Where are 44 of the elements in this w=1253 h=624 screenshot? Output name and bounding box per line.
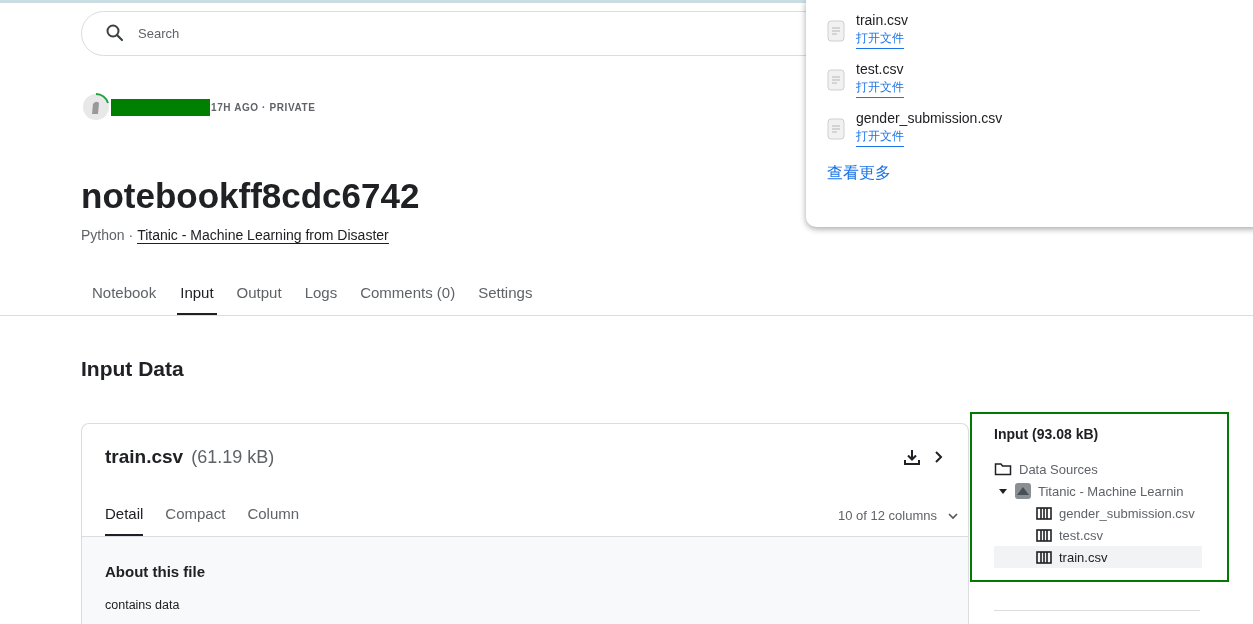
tree-item[interactable]: Titanic - Machine Learnin [994, 480, 1202, 502]
file-size: (61.19 kB) [191, 446, 275, 468]
notebook-title: notebookff8cdc6742 [81, 175, 420, 217]
language-label: Python · [81, 227, 134, 244]
search-icon [105, 23, 125, 43]
see-more-link[interactable]: 查看更多 [827, 163, 891, 184]
file-name: gender_submission.csv [856, 110, 1003, 126]
panel-title: Input (93.08 kB) [994, 426, 1100, 442]
tree-item[interactable]: test.csv [994, 524, 1202, 546]
download-icon [903, 448, 921, 466]
document-icon [827, 68, 845, 91]
open-file-link[interactable]: 打开文件 [856, 79, 904, 98]
tree-item[interactable]: train.csv [994, 546, 1202, 568]
tab[interactable]: Output [225, 274, 293, 315]
tab[interactable]: Settings [467, 274, 544, 315]
author-meta: 17H AGO · PRIVATE [211, 101, 316, 113]
document-icon [827, 117, 845, 140]
tab[interactable]: Logs [293, 274, 349, 315]
file-name: train.csv [105, 446, 184, 468]
dataset-thumbnail-icon [1015, 483, 1031, 499]
open-file-link[interactable]: 打开文件 [856, 30, 904, 49]
view-tab[interactable]: Compact [165, 495, 226, 536]
file-name: train.csv [856, 12, 909, 28]
competition-link[interactable]: Titanic - Machine Learning from Disaster [137, 227, 389, 244]
table-icon [1036, 528, 1052, 542]
file-name: test.csv [856, 61, 904, 77]
document-icon [827, 19, 845, 42]
chevron-right-icon [933, 449, 945, 465]
avatar-icon [81, 92, 111, 122]
tree-item[interactable]: gender_submission.csv [994, 502, 1202, 524]
tree-item[interactable]: Data Sources [994, 458, 1202, 480]
columns-dropdown[interactable]: 10 of 12 columns [838, 508, 959, 523]
about-title: About this file [105, 563, 206, 580]
open-file-link[interactable]: 打开文件 [856, 128, 904, 147]
file-description: contains data [105, 598, 181, 612]
tab[interactable]: Input [177, 274, 217, 315]
tab[interactable]: Notebook [81, 274, 168, 315]
chevron-down-icon [947, 511, 959, 520]
table-icon [1036, 506, 1052, 520]
folder-icon [994, 462, 1012, 476]
view-tab[interactable]: Column [247, 495, 300, 536]
tab[interactable]: Comments (0) [349, 274, 467, 315]
table-icon [1036, 550, 1052, 564]
section-title: Input Data [81, 356, 185, 382]
